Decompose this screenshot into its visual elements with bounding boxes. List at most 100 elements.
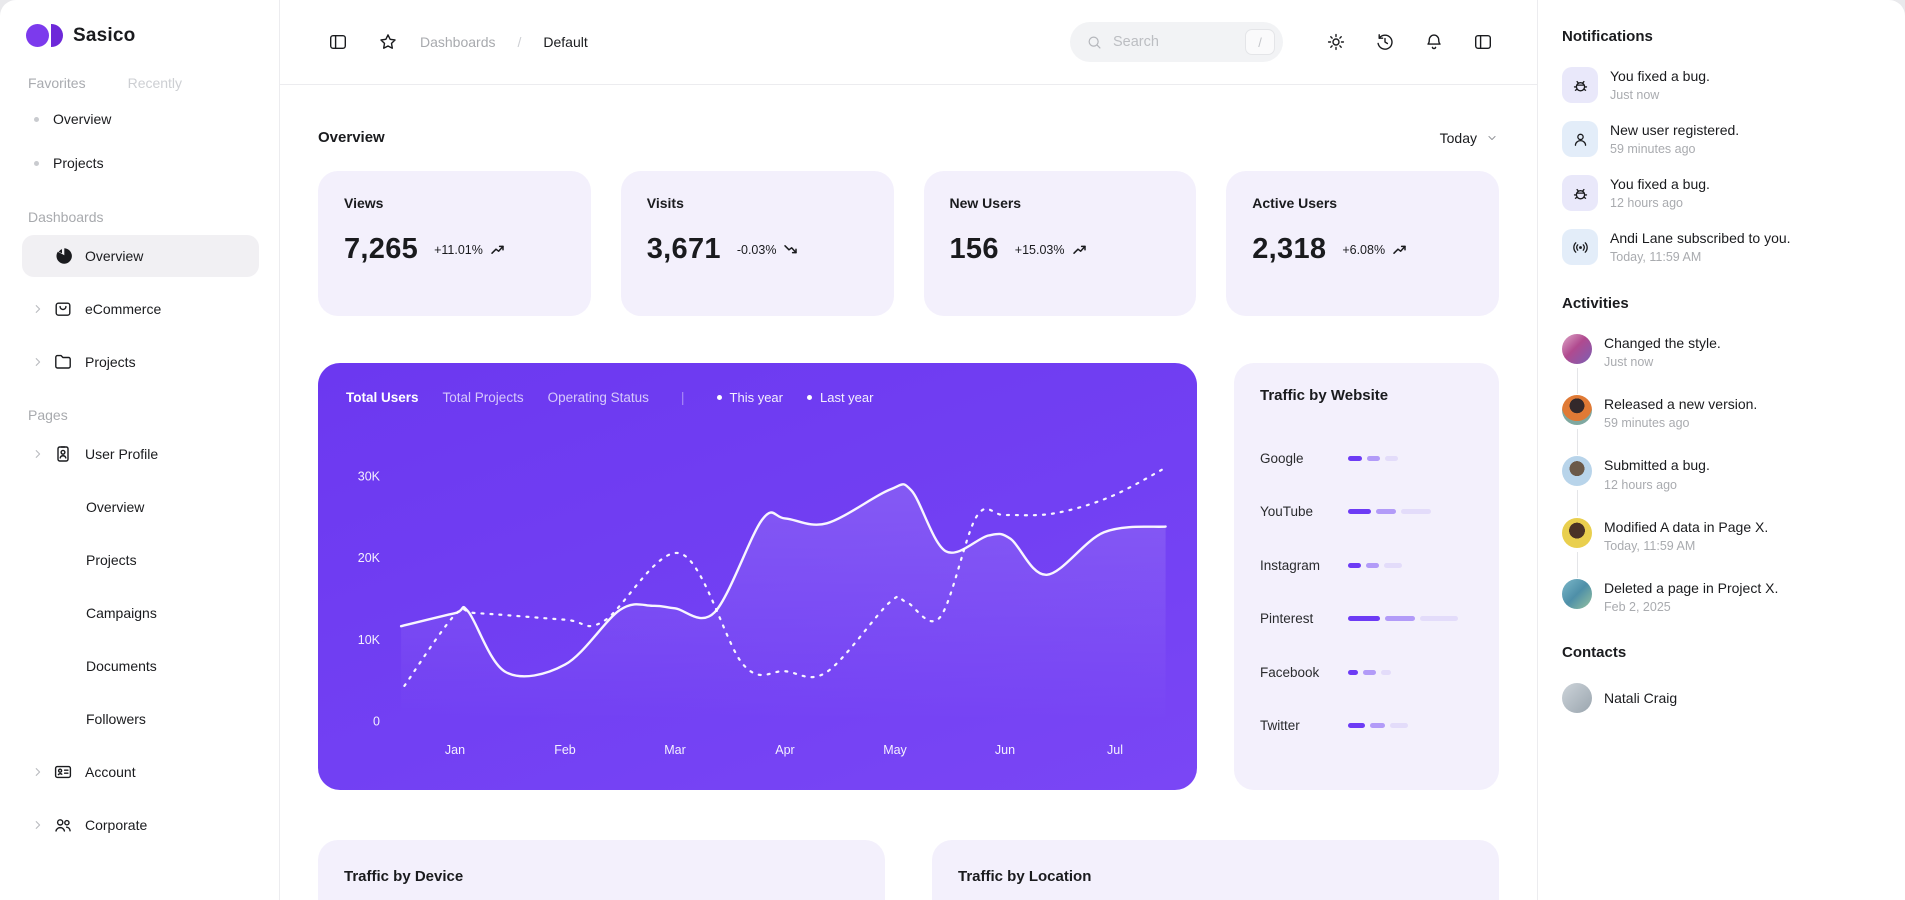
activity-time: 12 hours ago [1604,477,1677,492]
main-column: Dashboards / Default / Overview [280,0,1537,900]
website-label: Google [1260,450,1304,466]
stat-value: 3,671 [646,233,721,265]
search-box[interactable]: / [1070,22,1283,62]
stat-delta-text: +6.08% [1342,242,1386,257]
activity-title: Deleted a page in Project X. [1604,579,1779,596]
stat-value-row: 7,265 +11.01% [344,233,565,266]
website-label: Instagram [1260,557,1321,573]
notification-title: You fixed a bug. [1610,176,1710,192]
activity-item[interactable]: Released a new version. 59 minutes ago [1562,395,1881,456]
bar-segment [1385,616,1415,622]
stat-card-visits: Visits 3,671 -0.03% [620,171,894,316]
sidebar-item-documents[interactable]: Documents [22,645,259,687]
activity-text: Submitted a bug. 12 hours ago [1604,456,1710,491]
right-panel: Notifications You fixed a bug. Just now Ne… [1537,0,1905,900]
user-icon [1562,121,1598,157]
trend-down-icon [783,243,798,256]
bar-segment [1348,509,1371,515]
dashboard-content: Overview Today Views 7,265 +11.01% Visits 3,… [280,85,1537,900]
sidebar-item-overview[interactable]: Overview [22,235,259,277]
notification-item[interactable]: You fixed a bug. 12 hours ago [1562,175,1881,211]
logo-icon [26,24,63,47]
notification-item[interactable]: Andi Lane subscribed to you. Today, 11:59… [1562,229,1881,265]
activity-item[interactable]: Changed the style. Just now [1562,334,1881,395]
sidebar-item-overview[interactable]: Overview [22,486,259,528]
notifications-bell-icon[interactable] [1424,32,1444,52]
notification-title: Andi Lane subscribed to you. [1610,230,1791,246]
chart-tab-total-users[interactable]: Total Users [346,390,419,405]
sidebar-item-label: Corporate [85,817,148,833]
bar-segment [1348,723,1365,729]
stat-label: New Users [949,195,1022,211]
notification-time: Today, 11:59 AM [1610,250,1702,265]
pie-chart-icon [53,246,73,266]
bug-icon [1562,175,1598,211]
legend-last-year[interactable]: Last year [807,390,873,405]
website-row-pinterest: Pinterest [1260,611,1473,626]
sidebar-sections: Dashboards Overview eCommerce Projects Pages… [22,209,259,846]
stat-delta: +6.08% [1342,243,1407,257]
notification-item[interactable]: New user registered. 59 minutes ago [1562,121,1881,157]
sidebar-item-campaigns[interactable]: Campaigns [22,592,259,634]
sidebar-item-followers[interactable]: Followers [22,698,259,740]
app-window: Sasico Favorites Recently Overview Projec… [0,0,1905,900]
activities-title: Activities [1562,295,1629,312]
tab-recently[interactable]: Recently [128,75,182,91]
chart-tab-total-projects[interactable]: Total Projects [443,390,524,405]
tab-favorites[interactable]: Favorites [28,75,86,91]
folder-icon [53,352,73,372]
logo[interactable]: Sasico [22,24,259,47]
sidebar-item-projects[interactable]: Projects [22,539,259,581]
notification-item[interactable]: You fixed a bug. Just now [1562,67,1881,103]
activity-item[interactable]: Modified A data in Page X. Today, 11:59 A… [1562,517,1881,578]
notification-time: Just now [1610,88,1660,103]
topbar: Dashboards / Default / [280,0,1537,85]
website-bars [1348,723,1408,729]
chevron-right-icon [30,354,46,370]
legend-this-year[interactable]: This year [716,390,783,405]
website-bars [1348,562,1402,568]
legend-label: Last year [820,389,874,405]
sidebar-item-user-profile[interactable]: User Profile [22,433,259,475]
breadcrumb: Dashboards / Default [420,34,588,50]
activity-title: Changed the style. [1604,335,1721,351]
activity-item[interactable]: Deleted a page in Project X. Feb 2, 2025 [1562,578,1881,614]
legend-dot-icon [807,394,812,400]
stat-card-active-users: Active Users 2,318 +6.08% [1226,171,1499,316]
x-axis-tick: Mar [664,743,686,757]
breadcrumb-current[interactable]: Default [543,34,587,50]
traffic-by-device-title: Traffic by Device [344,868,464,885]
activity-time: 59 minutes ago [1604,416,1690,431]
breadcrumb-section[interactable]: Dashboards [420,34,496,50]
sidebar-favorite-overview[interactable]: Overview [28,97,259,141]
sidebar-favorite-projects[interactable]: Projects [28,141,259,185]
theme-sun-icon[interactable] [1326,32,1346,52]
avatar [1562,682,1592,713]
bar-segment [1348,616,1380,622]
sidebar-toggle-icon[interactable] [328,32,348,52]
trend-up-icon [490,243,505,256]
contacts-list: Natali Craig [1562,682,1881,713]
history-icon[interactable] [1375,32,1395,52]
sidebar-item-projects[interactable]: Projects [22,341,259,383]
website-bars [1348,455,1398,461]
chart-tab-operating-status[interactable]: Operating Status [548,390,649,405]
website-bars [1348,669,1391,675]
sidebar-item-label: Documents [86,658,157,674]
notification-text: Andi Lane subscribed to you. Today, 11:59… [1610,229,1791,265]
stat-delta: +15.03% [1015,243,1087,257]
trend-up-icon [1392,243,1407,256]
trend-up-icon [1072,243,1087,256]
star-icon[interactable] [378,32,398,52]
sidebar-item-corporate[interactable]: Corporate [22,804,259,846]
activity-item[interactable]: Submitted a bug. 12 hours ago [1562,456,1881,517]
contact-item[interactable]: Natali Craig [1562,682,1881,713]
sidebar-item-account[interactable]: Account [22,751,259,793]
sidebar-item-label: Overview [53,111,112,127]
sidebar-item-ecommerce[interactable]: eCommerce [22,288,259,330]
chevron-right-icon [30,446,46,462]
search-input[interactable] [1113,34,1235,50]
right-panel-toggle-icon[interactable] [1473,32,1493,52]
period-dropdown[interactable]: Today [1440,130,1499,146]
notification-text: You fixed a bug. Just now [1610,67,1710,103]
